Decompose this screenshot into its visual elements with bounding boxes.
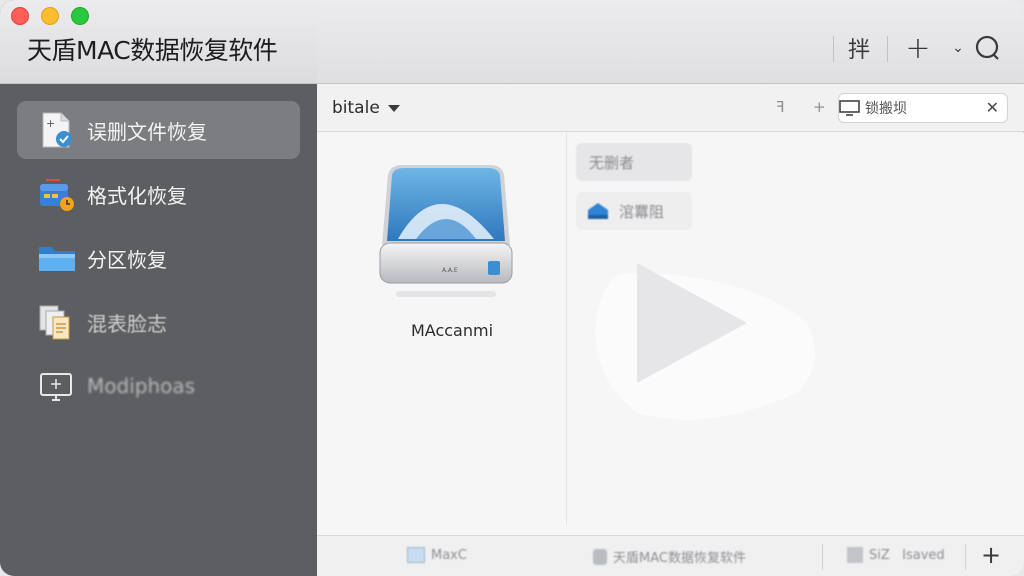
divider [887,36,888,62]
monitor-icon [839,100,860,116]
sidebar-item-logs[interactable]: 混表脸志 [17,293,300,351]
divider [833,36,834,62]
files-icon [37,302,77,342]
toolbar: bitale ꟻ + ✕ [317,84,1024,132]
recovery-chip[interactable]: 涫羃阻 [576,192,692,230]
status-item-size[interactable]: SiZ Isaved [847,547,945,563]
divider [965,544,966,570]
search-icon[interactable] [972,32,1004,64]
add-button[interactable]: + [901,31,935,66]
drive-icon [588,203,608,219]
divider [822,544,823,570]
zoom-window-button[interactable] [71,7,89,25]
sidebar-item-label: 误删文件恢复 [87,119,207,144]
filter-icon[interactable]: ꟻ [776,98,785,116]
user-icon [593,548,607,565]
chip-label: 涫羃阻 [619,202,665,221]
search-field[interactable]: ✕ [838,93,1008,123]
chevron-down-icon [387,104,400,112]
status-label: SiZ Isaved [869,547,945,563]
sidebar: 天盾MAC数据恢复软件 + 误删文件恢复 格式化恢复 分区恢复 混表脸志 Mod… [0,0,317,576]
sidebar-item-label: 混表脸志 [87,311,167,336]
status-label: MaxC [431,547,467,563]
sidebar-item-deleted-file-recovery[interactable]: + 误删文件恢复 [17,101,300,159]
app-window: 天盾MAC数据恢复软件 + 误删文件恢复 格式化恢复 分区恢复 混表脸志 Mod… [0,0,1024,576]
monitor-icon [37,366,77,406]
document-check-icon: + [37,110,77,150]
disk-icon [407,547,425,563]
sort-button[interactable]: 拌 [844,32,874,64]
deleted-files-chip[interactable]: 无删者 [576,143,692,181]
grid-icon [847,547,863,563]
close-window-button[interactable] [11,7,29,25]
sidebar-item-label: 分区恢复 [87,247,167,272]
add-icon[interactable]: + [981,541,1001,569]
plus-icon[interactable]: + [813,98,826,116]
titlebar-right: 拌 + ⌄ [317,0,1024,84]
sidebar-item-partition-recovery[interactable]: 分区恢复 [17,229,300,287]
drive-badge-text: A.A.E [442,267,458,274]
status-item-maxc[interactable]: MaxC [407,547,467,563]
titlebar-left: 天盾MAC数据恢复软件 [0,0,317,84]
sidebar-item-label: 格式化恢复 [87,183,187,208]
hard-drive-icon: A.A.E [379,165,513,297]
search-input[interactable] [865,100,975,116]
status-item-app[interactable]: 天盾MAC数据恢复软件 [593,547,746,566]
status-bar: MaxC 天盾MAC数据恢复软件 SiZ Isaved + [317,535,1024,576]
play-watermark-icon [595,263,815,420]
clear-search-icon[interactable]: ✕ [986,98,999,117]
divider [566,133,567,525]
sidebar-item-format-recovery[interactable]: 格式化恢复 [17,165,300,223]
chevron-down-icon[interactable]: ⌄ [951,32,965,64]
app-title: 天盾MAC数据恢复软件 [27,36,278,65]
minimize-window-button[interactable] [41,7,59,25]
svg-text:+: + [46,117,55,130]
sidebar-item-label: Modiphoas [87,374,196,398]
sidebar-item-modiphoas[interactable]: Modiphoas [17,357,300,415]
folder-icon [37,238,77,278]
location-dropdown[interactable]: bitale [332,98,400,118]
drive-label: MAccanmi [410,321,494,340]
main-content: A.A.E MAccanmi 无删者 涫羃阻 [317,133,1024,535]
status-label: 天盾MAC数据恢复软件 [613,551,746,566]
location-label: bitale [332,98,380,118]
format-drive-icon [37,174,77,214]
